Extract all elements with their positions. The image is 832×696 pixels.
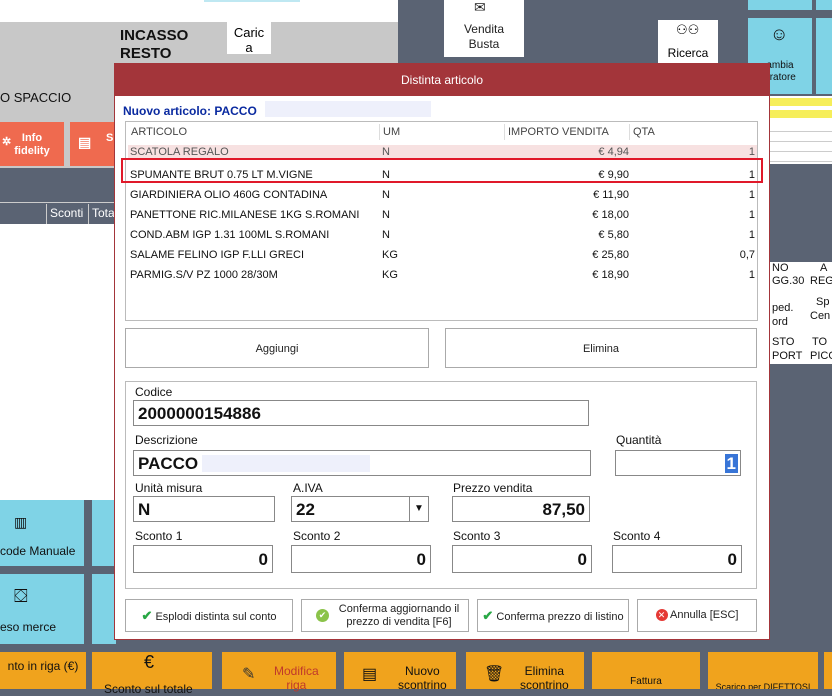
trash-icon: 🗑 [484,666,505,683]
confirm-circle-icon: ✔ [316,609,329,622]
top-cyan-line [204,0,300,2]
prezzo-vendita-label: Prezzo vendita [453,481,533,495]
pen-icon: ✎ [242,666,256,683]
descrizione-extension [202,455,370,472]
users-icon: ⚇⚇ [676,22,700,37]
aiva-select[interactable]: 22 ▼ [291,496,429,522]
sconto1-field[interactable]: 0 [133,545,273,573]
barcode-icon: ▥ [14,514,28,530]
receipt-icon: ▤ [362,666,378,683]
sconto1-label: Sconto 1 [135,529,183,543]
table-row[interactable]: SCATOLA REGALO N € 4,94 1 [128,145,757,159]
col-sconti: Sconti [46,204,88,224]
info-lines [770,122,832,164]
ricerca-button[interactable]: ⚇⚇ Ricerca [658,20,718,64]
checkmark-icon: ✔ [141,608,153,623]
star-icon: ✲ [2,136,12,148]
cyan-top-button-2[interactable] [816,0,832,10]
descrizione-label: Descrizione [135,433,198,447]
annulla-button[interactable]: ✕ Annulla [ESC] [637,599,757,632]
barcode-manuale-button[interactable]: ▥ code Manuale [0,500,84,566]
second-orange-button[interactable]: ▤ S [70,122,116,166]
cyan-button-2[interactable] [92,500,116,566]
codice-field[interactable]: 2000000154886 [133,400,589,426]
reso-merce-button[interactable]: ⛋ eso merce [0,574,84,644]
bag-icon: ✉ [474,0,486,15]
modifica-riga-button[interactable]: ✎ Modifica riga [222,652,336,692]
aggiungi-button[interactable]: Aggiungi [125,328,429,368]
sconto-sul-totale-button[interactable]: € Sconto sul totale [92,652,212,696]
cancel-icon: ✕ [655,609,668,622]
col-articolo: ARTICOLO [131,126,188,138]
conferma-prezzo-listino-button[interactable]: ✔ Conferma prezzo di listino [477,599,629,632]
euro-icon: € [144,652,155,672]
sconto3-label: Sconto 3 [453,529,501,543]
nuovo-scontrino-button[interactable]: ▤ Nuovo scontrino [344,652,456,692]
elimina-button[interactable]: Elimina [445,328,757,368]
selected-row-highlight [121,158,763,183]
sconto2-label: Sconto 2 [293,529,341,543]
document-icon: ▤ [78,134,92,150]
distinta-articolo-dialog: Distinta articolo Nuovo articolo: PACCO … [114,63,770,640]
elimina-scontrino-button[interactable]: 🗑 Elimina scontrino [466,652,584,692]
carica-button[interactable]: Caric a [227,22,271,55]
fattura-button[interactable]: Fattura [592,652,700,689]
conferma-aggiornando-button[interactable]: ✔ Conferma aggiornando il prezzo di vendi… [301,599,469,632]
descrizione-field[interactable]: PACCO [133,450,591,476]
table-row[interactable]: GIARDINIERA OLIO 460G CONTADINA N € 11,9… [128,185,757,205]
chevron-down-icon[interactable]: ▼ [409,497,428,521]
col-um: UM [379,124,505,140]
quantita-field[interactable]: 1 [615,450,741,476]
sconto4-label-text: Sconto 4 [613,529,661,543]
top-white-strip [0,0,398,22]
cyan-button-4[interactable] [92,574,116,644]
table-row[interactable]: SALAME FELINO IGP F.LLI GRECI KG € 25,80… [128,245,757,265]
sconto-in-riga-button[interactable]: nto in riga (€) [0,652,86,689]
articles-table[interactable]: ARTICOLO UM IMPORTO VENDITA QTA SCATOLA … [125,121,758,321]
unita-misura-label: Unità misura [135,481,203,495]
yellow-row [770,110,832,118]
sconto3-field[interactable]: 0 [452,545,592,573]
vendita-busta-button[interactable]: ✉ Vendita Busta [444,0,524,57]
orange-edge-button[interactable] [824,652,832,689]
checkmark-icon: ✔ [482,608,494,623]
aiva-label: A.IVA [293,481,323,495]
box-icon: ⛋ [14,586,28,606]
table-row[interactable]: COND.ABM IGP 1.31 100ML S.ROMANI N € 5,8… [128,225,757,245]
spaccio-label: O SPACCIO [0,90,72,105]
esplodi-distinta-button[interactable]: ✔ Esplodi distinta sul conto [125,599,293,632]
cyan-side-button[interactable] [816,18,832,94]
col-totale: Tota [88,204,116,224]
user-icon: ☺ [770,24,789,44]
info-fidelity-button[interactable]: ✲ Info fidelity [0,122,64,166]
sconto4-field[interactable]: 0 [612,545,742,573]
col-qta: QTA [629,124,759,140]
dialog-title: Distinta articolo [115,64,769,96]
col-importo: IMPORTO VENDITA [504,124,630,140]
quick-grid[interactable]: NO A GG.30 REG ped. Sp ord Cen STO TO PO… [770,262,832,364]
table-row[interactable]: PANETTONE RIC.MILANESE 1KG S.ROMANI N € … [128,205,757,225]
scarico-difettosi-button[interactable]: Scarico per DIFETTOSI [708,652,818,689]
codice-label: Codice [135,385,173,399]
nuovo-articolo-label: Nuovo articolo: PACCO [123,104,257,118]
sconto2-field[interactable]: 0 [291,545,431,573]
yellow-row [770,98,832,106]
quantita-label: Quantità [616,433,662,447]
receipt-list[interactable] [0,224,116,500]
table-row[interactable]: PARMIG.S/V PZ 1000 28/30M KG € 18,90 1 [128,265,757,285]
nuovo-articolo-bar [265,101,431,117]
prezzo-vendita-field[interactable]: 87,50 [452,496,590,522]
incasso-resto-label: INCASSO RESTO [120,27,189,62]
unita-misura-field[interactable]: N [133,496,275,522]
cyan-top-button[interactable] [748,0,812,10]
